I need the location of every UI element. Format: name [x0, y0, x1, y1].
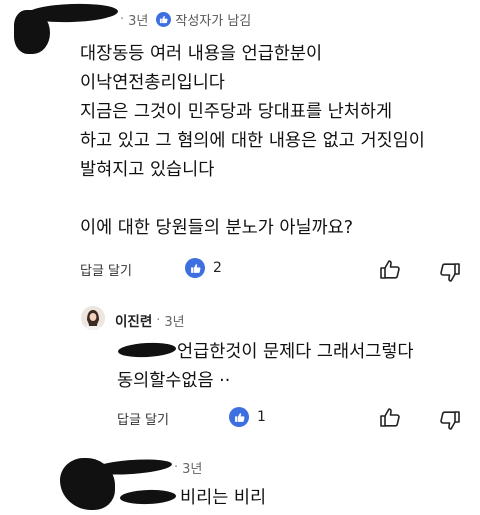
reply-line: 비리는 비리 [180, 488, 267, 508]
comment-line-blank [80, 185, 425, 214]
comment-line: 이에 대한 당원들의 분노가 아닐까요? [80, 218, 354, 238]
reply-line: 동의할수없음 ·· [117, 371, 231, 391]
reply-button[interactable]: 답글 달기 [80, 260, 132, 279]
comment-body: 대장동등 여러 내용을 언급한분이 이낙연전총리입니다 지금은 그것이 민주당과… [80, 40, 425, 243]
reply-body: 언급한것이 문제다 그래서그렇다 동의할수없음 ·· [117, 338, 414, 396]
comment-age: 3년 [128, 14, 149, 29]
author-liked-label: 작성자가 남김 [175, 14, 252, 29]
reply-meta: · 3년 [174, 460, 203, 477]
reply-body: 비리는 비리 [180, 484, 266, 513]
redacted-username [91, 457, 173, 477]
like-count[interactable]: 1 [229, 407, 266, 427]
author-liked-badge: 작성자가 남김 [156, 10, 251, 29]
thumbs-down-icon[interactable] [438, 408, 462, 432]
thumbs-up-icon [156, 12, 172, 27]
like-count-value: 2 [213, 260, 222, 276]
thumbs-down-icon[interactable] [438, 260, 462, 284]
reply-meta: 이진련 · 3년 [115, 310, 185, 331]
redacted-avatar [14, 10, 50, 54]
comment-meta: · 3년 작성자가 남김 [120, 10, 252, 29]
thumbs-up-icon[interactable] [378, 258, 402, 282]
like-count[interactable]: 2 [185, 258, 222, 278]
reply-line: 언급한것이 문제다 그래서그렇다 [177, 342, 414, 362]
avatar[interactable] [81, 306, 105, 330]
thumbs-up-icon [229, 407, 249, 427]
reply-author-name[interactable]: 이진련 [115, 310, 152, 330]
comment-line: 대장동등 여러 내용을 언급한분이 [80, 44, 323, 64]
comment-line: 발혀지고 있습니다 [80, 160, 215, 180]
reply-button[interactable]: 답글 달기 [117, 409, 169, 428]
reply-age: 3년 [164, 314, 185, 330]
thumbs-up-icon [185, 258, 205, 278]
like-count-value: 1 [257, 409, 266, 425]
thumbs-up-icon[interactable] [378, 406, 402, 430]
reply-age: 3년 [182, 462, 203, 477]
comment-line: 이낙연전총리입니다 [80, 73, 225, 93]
comment-line: 하고 있고 그 혐의에 대한 내용은 없고 거짓임이 [80, 131, 425, 151]
comment-line: 지금은 그것이 민주당과 당대표를 난처하게 [80, 102, 393, 122]
redacted-mention [119, 489, 177, 505]
